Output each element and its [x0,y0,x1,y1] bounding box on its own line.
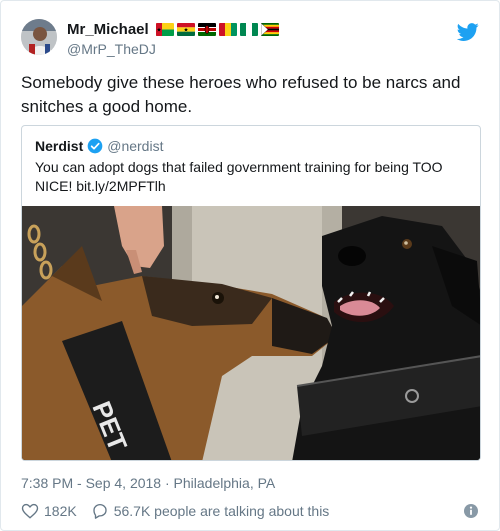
guinea-bissau-flag-icon [155,23,174,36]
verified-badge-icon [87,138,103,154]
heart-icon[interactable] [21,502,39,520]
quoted-author-handle[interactable]: @nerdist [107,138,163,154]
dogs-photo[interactable]: PET [22,206,480,460]
info-icon[interactable] [463,503,479,519]
quoted-tweet-text: You can adopt dogs that failed governmen… [35,159,443,194]
zimbabwe-flag-icon [260,23,279,36]
quoted-tweet[interactable]: Nerdist @nerdist You can adopt dogs that… [21,125,481,461]
tweet-actions: 182K 56.7K people are talking about this [21,501,479,521]
user-handle[interactable]: @MrP_TheDJ [67,41,156,57]
flag-emoji-group [155,23,279,36]
display-name[interactable]: Mr_Michael [67,21,279,38]
tweet-text: Somebody give these heroes who refused t… [21,73,461,116]
nigeria-flag-icon [239,23,258,36]
kenya-flag-icon [197,23,216,36]
like-count: 182K [44,503,77,519]
tweet-header: Mr_Michael @MrP_TheDJ [21,19,479,59]
tweet-timestamp[interactable]: 7:38 PM - Sep 4, 2018 · Philadelphia, PA [21,475,275,491]
ghana-flag-icon [176,23,195,36]
conversation-count: 56.7K people are talking about this [113,503,330,519]
tweet-card: Mr_Michael @MrP_TheDJ Somebody give thes… [0,0,500,531]
quoted-tweet-header: Nerdist @nerdist [35,138,163,154]
conversation-action[interactable]: 56.7K people are talking about this [91,502,330,520]
reply-bubble-icon[interactable] [91,502,109,520]
guinea-flag-icon [218,23,237,36]
display-name-text[interactable]: Mr_Michael [67,21,149,38]
quoted-author-name[interactable]: Nerdist [35,138,83,154]
twitter-bird-icon[interactable] [457,21,479,43]
avatar[interactable] [21,19,57,55]
like-action[interactable]: 182K [21,502,77,520]
